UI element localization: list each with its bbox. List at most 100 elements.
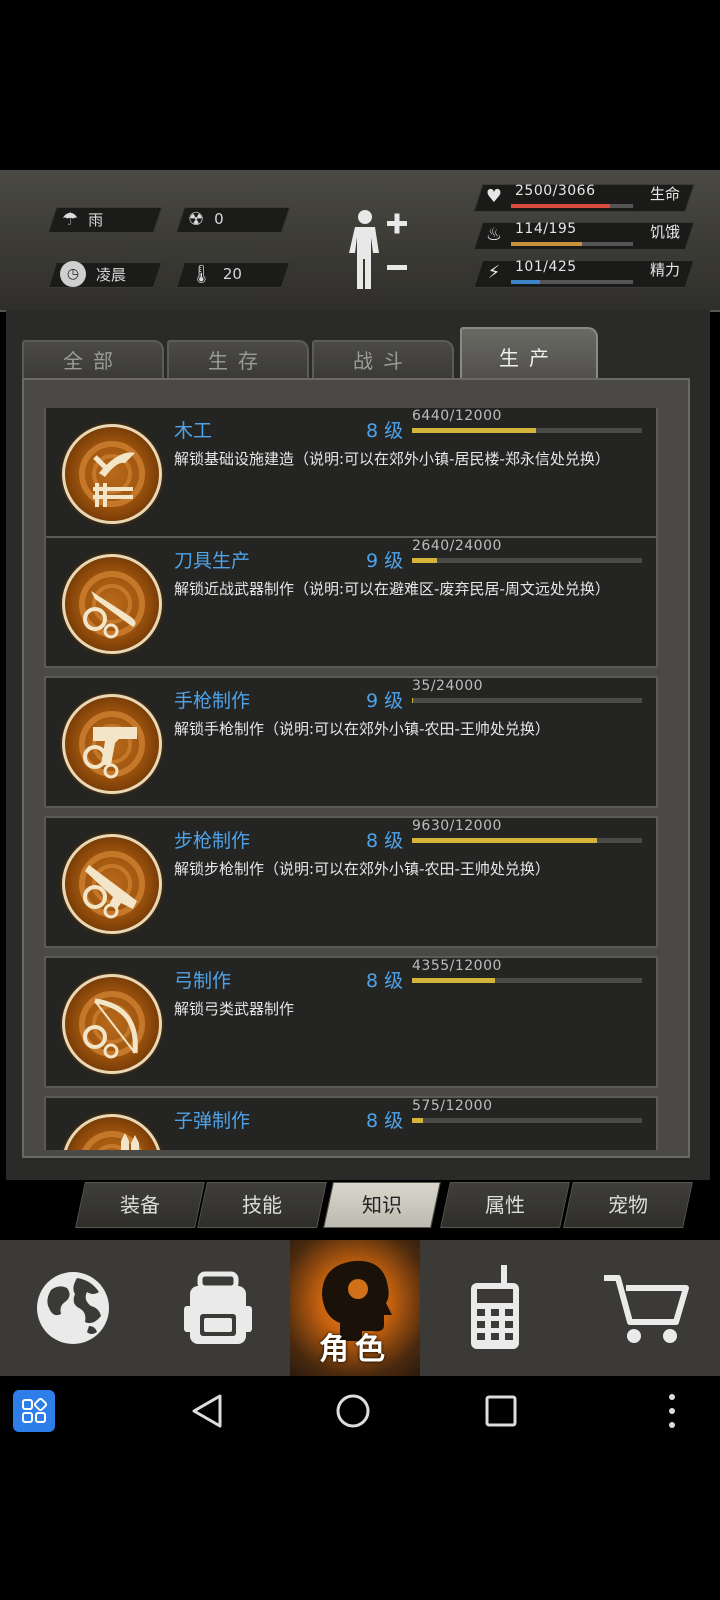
body-status-icon[interactable] xyxy=(345,205,415,295)
apps-grid-icon xyxy=(22,1398,47,1423)
subtab-pets[interactable]: 宠物 xyxy=(563,1182,693,1228)
skill-medal xyxy=(62,424,162,524)
knife-making-icon xyxy=(79,571,145,639)
skill-progress-fill xyxy=(412,428,536,433)
tab-survival[interactable]: 生存 xyxy=(167,340,309,380)
globe-icon xyxy=(36,1272,109,1344)
tab-all[interactable]: 全部 xyxy=(22,340,164,380)
nav-world[interactable] xyxy=(0,1240,145,1376)
skill-level: 8 级 xyxy=(366,420,404,442)
back-triangle-icon xyxy=(192,1394,222,1428)
bottom-navigation: 角色 xyxy=(0,1240,720,1376)
stat-value: 101/425 xyxy=(515,259,577,275)
heart-icon: ♥ xyxy=(485,186,503,207)
subtab-attributes[interactable]: 属性 xyxy=(440,1182,570,1228)
stat-label: 生命 xyxy=(650,185,681,203)
skill-medal xyxy=(62,974,162,1074)
walkie-talkie-icon xyxy=(471,1265,519,1349)
skill-name: 刀具生产 xyxy=(174,550,251,572)
skill-xp: 35/24000 xyxy=(412,678,484,694)
stat-label: 饥饿 xyxy=(650,223,681,241)
subtab-skills-label: 技能 xyxy=(242,1193,282,1217)
weather-display: ☂ 雨 xyxy=(62,207,103,231)
subtab-knowledge-label: 知识 xyxy=(362,1193,402,1217)
skill-list[interactable]: 木工 8 级 6440/12000 解锁基础设施建造（说明:可以在郊外小镇-居民楼-郑… xyxy=(44,408,658,1150)
clock-icon: ◷ xyxy=(60,261,86,287)
skill-progress-fill xyxy=(412,558,438,563)
subtab-pets-label: 宠物 xyxy=(608,1193,648,1217)
skill-xp: 6440/12000 xyxy=(412,408,502,424)
skill-xp: 4355/12000 xyxy=(412,958,502,974)
skill-card[interactable]: 子弹制作 8 级 575/12000 xyxy=(44,1096,658,1150)
skill-description: 解锁步枪制作（说明:可以在郊外小镇-农田-王帅处兑换） xyxy=(174,860,550,878)
recents-square-icon xyxy=(485,1395,517,1427)
home-button[interactable] xyxy=(330,1388,376,1434)
tab-combat[interactable]: 战斗 xyxy=(312,340,454,380)
cloud-rain-icon: ☂ xyxy=(62,208,79,230)
app-drawer-button[interactable] xyxy=(13,1390,55,1432)
skill-progress-bar xyxy=(412,558,642,563)
skill-description: 解锁弓类武器制作 xyxy=(174,1000,295,1018)
stat-bar xyxy=(511,242,633,246)
radiation-icon: ☢ xyxy=(188,208,205,230)
bow-making-icon xyxy=(79,991,145,1059)
skill-medal xyxy=(62,694,162,794)
skill-progress-bar xyxy=(412,978,642,983)
skill-description: 解锁基础设施建造（说明:可以在郊外小镇-居民楼-郑永信处兑换） xyxy=(174,450,610,468)
subtab-equipment[interactable]: 装备 xyxy=(75,1182,205,1228)
thermometer-icon: 🌡 xyxy=(190,263,213,285)
skill-name: 木工 xyxy=(174,420,213,442)
subtab-knowledge[interactable]: 知识 xyxy=(323,1182,441,1228)
stat-bar-fill xyxy=(511,242,583,246)
skill-progress-bar xyxy=(412,1118,642,1123)
skill-xp: 575/12000 xyxy=(412,1098,493,1114)
skill-name: 子弹制作 xyxy=(174,1110,251,1132)
tab-production[interactable]: 生产 xyxy=(460,327,598,382)
skill-card[interactable]: 刀具生产 9 级 2640/24000 解锁近战武器制作（说明:可以在避难区-废弃民居… xyxy=(44,536,658,668)
stat-value: 2500/3066 xyxy=(515,183,596,199)
character-subtabs: 装备 技能 知识 属性 宠物 xyxy=(70,1182,710,1228)
nav-shop[interactable] xyxy=(570,1240,720,1376)
cart-icon xyxy=(604,1275,689,1343)
time-display: ◷ 凌晨 xyxy=(60,261,126,287)
skill-card[interactable]: 手枪制作 9 级 35/24000 解锁手枪制作（说明:可以在郊外小镇-农田-王帅处兑… xyxy=(44,676,658,808)
skill-name: 手枪制作 xyxy=(174,690,251,712)
skill-progress-fill xyxy=(412,978,496,983)
skill-card[interactable]: 木工 8 级 6440/12000 解锁基础设施建造（说明:可以在郊外小镇-居民楼-郑… xyxy=(44,408,658,538)
skill-medal xyxy=(62,554,162,654)
skill-progress-bar xyxy=(412,428,642,433)
skill-card[interactable]: 步枪制作 8 级 9630/12000 解锁步枪制作（说明:可以在郊外小镇-农田-王帅… xyxy=(44,816,658,948)
rifle-making-icon xyxy=(79,851,145,919)
recents-button[interactable] xyxy=(478,1388,524,1434)
nav-character[interactable]: 角色 xyxy=(290,1240,420,1376)
skill-level: 8 级 xyxy=(366,830,404,852)
skill-name: 步枪制作 xyxy=(174,830,251,852)
bullet-making-icon xyxy=(82,1131,142,1150)
system-navigation-bar xyxy=(0,1376,720,1446)
stat-bar xyxy=(511,204,633,208)
stat-label: 精力 xyxy=(650,261,681,279)
subtab-equipment-label: 装备 xyxy=(120,1193,160,1217)
skill-level: 9 级 xyxy=(366,690,404,712)
back-button[interactable] xyxy=(184,1388,230,1434)
backpack-icon xyxy=(183,1271,252,1344)
more-options-button[interactable] xyxy=(660,1388,684,1434)
stat-bar xyxy=(511,280,633,284)
nav-radio[interactable] xyxy=(420,1240,570,1376)
skill-xp: 9630/12000 xyxy=(412,818,502,834)
skill-medal xyxy=(62,834,162,934)
stat-row: ♥ 2500/3066 生命 xyxy=(473,183,698,212)
skill-progress-fill xyxy=(412,698,414,703)
subtab-skills[interactable]: 技能 xyxy=(197,1182,327,1228)
carpentry-icon xyxy=(79,441,145,507)
skill-progress-fill xyxy=(412,1118,424,1123)
skill-progress-bar xyxy=(412,838,642,843)
skill-description: 解锁手枪制作（说明:可以在郊外小镇-农田-王帅处兑换） xyxy=(174,720,550,738)
home-circle-icon xyxy=(336,1394,370,1428)
stat-value: 114/195 xyxy=(515,221,577,237)
skill-card[interactable]: 弓制作 8 级 4355/12000 解锁弓类武器制作 xyxy=(44,956,658,1088)
skill-progress-fill xyxy=(412,838,597,843)
nav-backpack[interactable] xyxy=(145,1240,290,1376)
stomach-icon: ♨ xyxy=(485,224,503,245)
temperature-value: 20 xyxy=(222,265,242,283)
